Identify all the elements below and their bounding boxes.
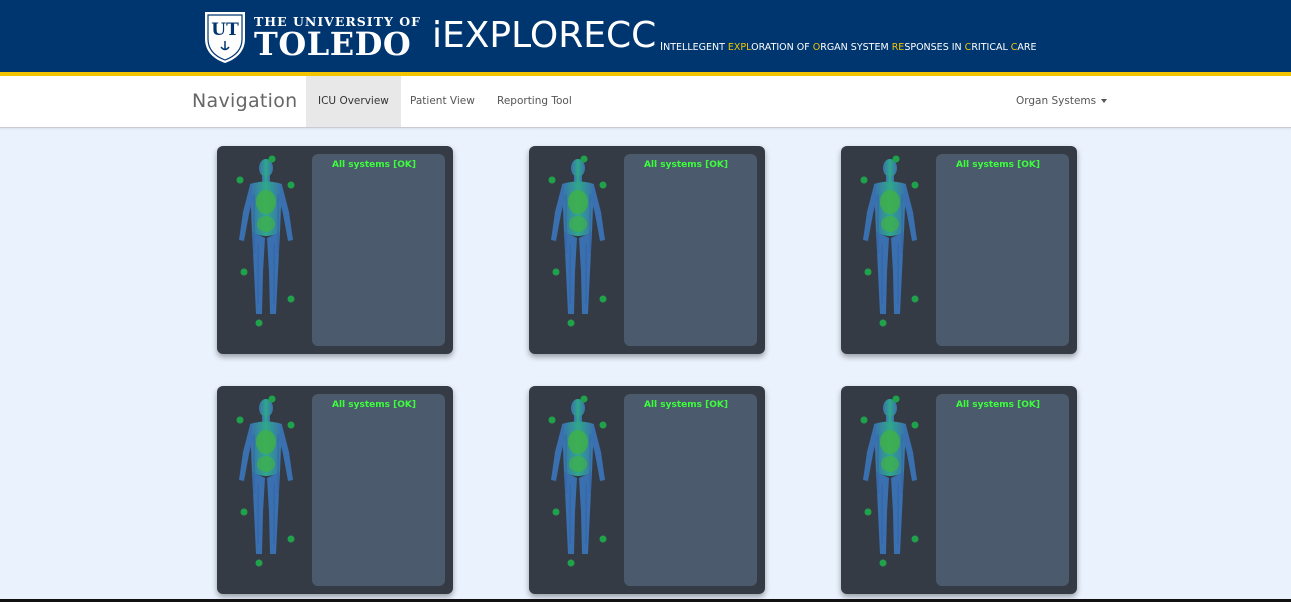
top-header: UT THE UNIVERSITY OF TOLEDO iEXPLORECC I… [0, 0, 1291, 76]
human-body-anatomy-icon [860, 155, 919, 327]
patient-card[interactable]: All systems [OK] [217, 146, 453, 354]
navigation-bar: Navigation ICU Overview Patient View Rep… [0, 76, 1291, 128]
caret-down-icon [1101, 99, 1108, 103]
logo-line-2: TOLEDO [254, 25, 412, 63]
patient-card[interactable]: All systems [OK] [529, 146, 765, 354]
status-panel: All systems [OK] [312, 394, 445, 586]
logo-monogram: UT [211, 20, 239, 40]
app-title: iEXPLORECC [432, 15, 657, 56]
tab-patient-view[interactable]: Patient View [398, 76, 487, 127]
patient-card[interactable]: All systems [OK] [529, 386, 765, 594]
human-body-anatomy-icon [860, 395, 919, 567]
ut-shield-icon: UT [205, 12, 245, 63]
subtitle-part: RITICAL [971, 42, 1011, 53]
nav-brand[interactable]: Navigation [192, 90, 297, 112]
system-status-text: All systems [OK] [332, 160, 416, 170]
system-status-text: All systems [OK] [644, 160, 728, 170]
human-body-anatomy-icon [548, 395, 607, 567]
patient-card[interactable]: All systems [OK] [217, 386, 453, 594]
status-panel: All systems [OK] [312, 154, 445, 346]
organ-systems-label: Organ Systems [1016, 95, 1097, 107]
subtitle-part: EXPL [727, 42, 752, 53]
tab-icu-overview[interactable]: ICU Overview [306, 76, 401, 127]
subtitle-part: RE [891, 42, 905, 53]
status-panel: All systems [OK] [624, 154, 757, 346]
tab-reporting-tool[interactable]: Reporting Tool [485, 76, 584, 127]
human-body-anatomy-icon [236, 155, 295, 327]
patient-card[interactable]: All systems [OK] [841, 386, 1077, 594]
status-panel: All systems [OK] [936, 154, 1069, 346]
human-body-anatomy-icon [236, 395, 295, 567]
app-subtitle: INTELLEGENT EXPLORATION OF ORGAN SYSTEM … [660, 41, 1037, 54]
subtitle-part: NTELLEGENT [663, 42, 728, 53]
subtitle-part: SPONSES IN [904, 42, 965, 53]
system-status-text: All systems [OK] [956, 160, 1040, 170]
organ-systems-dropdown[interactable]: Organ Systems [1016, 76, 1108, 127]
human-body-anatomy-icon [548, 155, 607, 327]
system-status-text: All systems [OK] [956, 400, 1040, 410]
status-panel: All systems [OK] [624, 394, 757, 586]
patient-card[interactable]: All systems [OK] [841, 146, 1077, 354]
system-status-text: All systems [OK] [332, 400, 416, 410]
system-status-text: All systems [OK] [644, 400, 728, 410]
subtitle-part: ORATION OF [751, 42, 813, 53]
university-logo[interactable]: UT THE UNIVERSITY OF TOLEDO [202, 9, 421, 65]
status-panel: All systems [OK] [936, 394, 1069, 586]
subtitle-part: RGAN SYSTEM [820, 42, 892, 53]
subtitle-part: ARE [1017, 42, 1037, 53]
